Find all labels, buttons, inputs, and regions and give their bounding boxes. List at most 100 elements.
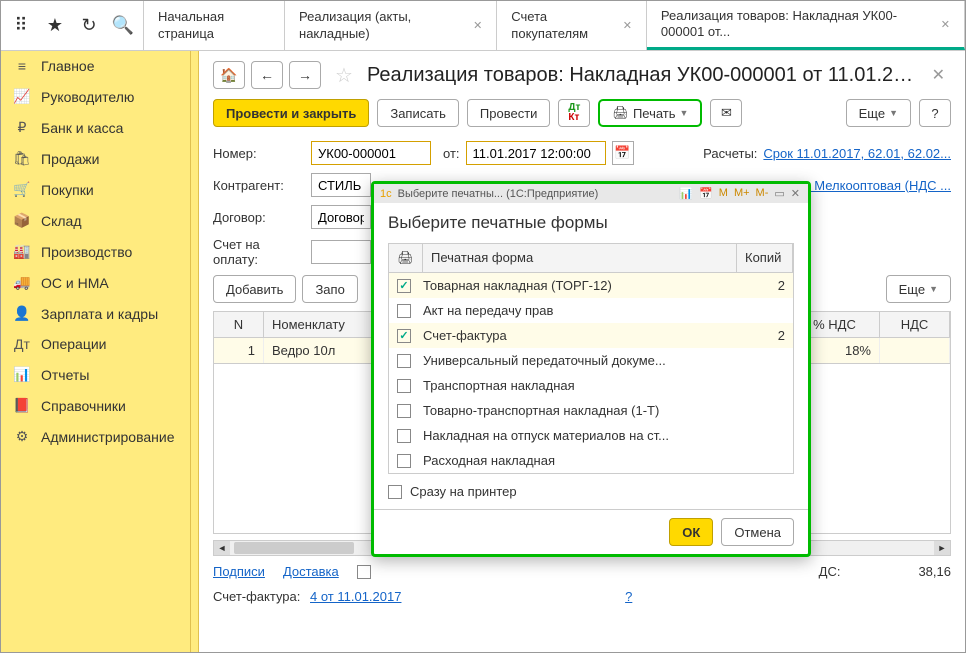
print-form-row[interactable]: Транспортная накладная — [389, 373, 793, 398]
post-button[interactable]: Провести — [467, 99, 551, 127]
price-link[interactable]: ен: Мелкооптовая (НДС ... — [793, 178, 951, 193]
contractor-input[interactable] — [311, 173, 371, 197]
row-checkbox[interactable] — [397, 454, 411, 468]
calc-label: Расчеты: — [703, 146, 757, 161]
footer-checkbox[interactable] — [357, 565, 371, 579]
bill-label: Счет на оплату: — [213, 237, 305, 267]
dlg-calc-icon[interactable]: 📊 — [677, 187, 695, 200]
print-form-row[interactable]: Расходная накладная — [389, 448, 793, 473]
print-button[interactable]: 🖨 Печать▼ — [598, 99, 702, 127]
sidebar-item-8[interactable]: 👤Зарплата и кадры — [1, 298, 190, 329]
dlg-m-icon[interactable]: M — [717, 187, 730, 200]
sidebar-item-11[interactable]: 📕Справочники — [1, 390, 190, 421]
sidebar-item-label: Продажи — [41, 151, 99, 167]
forward-button[interactable]: → — [289, 61, 321, 89]
signatures-link[interactable]: Подписи — [213, 564, 265, 579]
row-label: Товарно-транспортная накладная (1-Т) — [423, 403, 743, 418]
col-vat: НДС — [880, 312, 950, 337]
print-form-row[interactable]: ✓Товарная накладная (ТОРГ-12)2 — [389, 273, 793, 298]
row-checkbox[interactable] — [397, 354, 411, 368]
sidebar-icon: 👤 — [13, 305, 31, 322]
calendar-button[interactable]: 📅 — [612, 141, 634, 165]
sidebar-icon: ₽ — [13, 119, 31, 136]
date-input[interactable] — [466, 141, 606, 165]
sf-help[interactable]: ? — [625, 589, 632, 604]
dlg-min-icon[interactable]: ▭ — [772, 187, 786, 200]
row-checkbox[interactable] — [397, 404, 411, 418]
cancel-button[interactable]: Отмена — [721, 518, 794, 546]
sidebar-item-label: Справочники — [41, 398, 126, 414]
back-button[interactable]: ← — [251, 61, 283, 89]
search-icon[interactable]: 🔍 — [111, 14, 135, 38]
sidebar-icon: 📊 — [13, 366, 31, 383]
close-icon[interactable]: ✕ — [623, 19, 632, 32]
number-input[interactable] — [311, 141, 431, 165]
sidebar-item-7[interactable]: 🚚ОС и НМА — [1, 267, 190, 298]
print-form-row[interactable]: Универсальный передаточный докуме... — [389, 348, 793, 373]
print-form-row[interactable]: Накладная на отпуск материалов на ст... — [389, 423, 793, 448]
table-more-button[interactable]: Еще▼ — [886, 275, 951, 303]
topbar: ⠿ ★ ↻ 🔍 Начальная страница Реализация (а… — [1, 1, 965, 51]
sidebar-item-9[interactable]: ДтОперации — [1, 329, 190, 359]
email-button[interactable]: ✉ — [710, 99, 742, 127]
sidebar-item-label: Отчеты — [41, 367, 89, 383]
close-icon[interactable]: ✕ — [941, 18, 950, 31]
delivery-link[interactable]: Доставка — [283, 564, 339, 579]
row-checkbox[interactable]: ✓ — [397, 279, 411, 293]
close-icon[interactable]: ✕ — [473, 19, 482, 32]
tab-home[interactable]: Начальная страница — [144, 1, 285, 50]
sidebar-item-label: Операции — [41, 336, 107, 352]
direct-print-checkbox[interactable] — [388, 485, 402, 499]
sidebar-collapse[interactable] — [191, 51, 199, 652]
print-form-row[interactable]: Товарно-транспортная накладная (1-Т) — [389, 398, 793, 423]
star-icon[interactable]: ★ — [43, 14, 67, 38]
calc-link[interactable]: Срок 11.01.2017, 62.01, 62.02... — [763, 146, 951, 161]
sidebar-item-label: Банк и касса — [41, 120, 123, 136]
tab-document[interactable]: Реализация товаров: Накладная УК00-00000… — [647, 1, 965, 50]
ok-button[interactable]: ОК — [669, 518, 713, 546]
tab-realization[interactable]: Реализация (акты, накладные)✕ — [285, 1, 497, 50]
sidebar-item-12[interactable]: ⚙Администрирование — [1, 421, 190, 452]
row-checkbox[interactable] — [397, 429, 411, 443]
row-copies: 2 — [755, 278, 785, 293]
post-close-button[interactable]: Провести и закрыть — [213, 99, 369, 127]
tab-invoices[interactable]: Счета покупателям✕ — [497, 1, 647, 50]
row-checkbox[interactable] — [397, 379, 411, 393]
favorite-icon[interactable]: ☆ — [335, 63, 353, 88]
dlg-close-icon[interactable]: ✕ — [789, 187, 802, 200]
history-icon[interactable]: ↻ — [77, 14, 101, 38]
sidebar-item-5[interactable]: 📦Склад — [1, 205, 190, 236]
page-title: Реализация товаров: Накладная УК00-00000… — [367, 64, 920, 87]
fill-button[interactable]: Запо — [302, 275, 357, 303]
contract-label: Договор: — [213, 210, 305, 225]
help-button[interactable]: ? — [919, 99, 951, 127]
sidebar-item-0[interactable]: ≡Главное — [1, 51, 190, 81]
bill-input[interactable] — [311, 240, 371, 264]
more-button[interactable]: Еще▼ — [846, 99, 911, 127]
sidebar-icon: 🚚 — [13, 274, 31, 291]
sidebar-item-10[interactable]: 📊 Отчеты — [1, 359, 190, 390]
contract-input[interactable] — [311, 205, 371, 229]
apps-icon[interactable]: ⠿ — [9, 14, 33, 38]
sidebar-item-6[interactable]: 🏭Производство — [1, 236, 190, 267]
print-form-row[interactable]: Акт на передачу прав — [389, 298, 793, 323]
toolbar: Провести и закрыть Записать Провести ДтК… — [213, 99, 951, 127]
sidebar-item-4[interactable]: 🛒Покупки — [1, 174, 190, 205]
col-printer-icon: 🖨 — [389, 244, 423, 272]
print-form-row[interactable]: ✓Счет-фактура2 — [389, 323, 793, 348]
sidebar-item-2[interactable]: ₽ Банк и касса — [1, 112, 190, 143]
row-checkbox[interactable] — [397, 304, 411, 318]
sidebar-item-1[interactable]: 📈Руководителю — [1, 81, 190, 112]
dlg-mplus-icon[interactable]: M+ — [732, 187, 752, 200]
save-button[interactable]: Записать — [377, 99, 459, 127]
dlg-cal-icon[interactable]: 📅 — [697, 187, 715, 200]
home-button[interactable]: 🏠 — [213, 61, 245, 89]
add-button[interactable]: Добавить — [213, 275, 296, 303]
dlg-mminus-icon[interactable]: M- — [754, 187, 771, 200]
close-page-button[interactable]: ✕ — [926, 65, 951, 85]
row-checkbox[interactable]: ✓ — [397, 329, 411, 343]
sf-link[interactable]: 4 от 11.01.2017 — [310, 589, 401, 604]
dialog-titlebar[interactable]: 1c Выберите печатны... (1С:Предприятие) … — [374, 184, 808, 203]
dtkt-button[interactable]: ДтКт — [558, 99, 590, 127]
sidebar-item-3[interactable]: 🛍Продажи — [1, 143, 190, 174]
